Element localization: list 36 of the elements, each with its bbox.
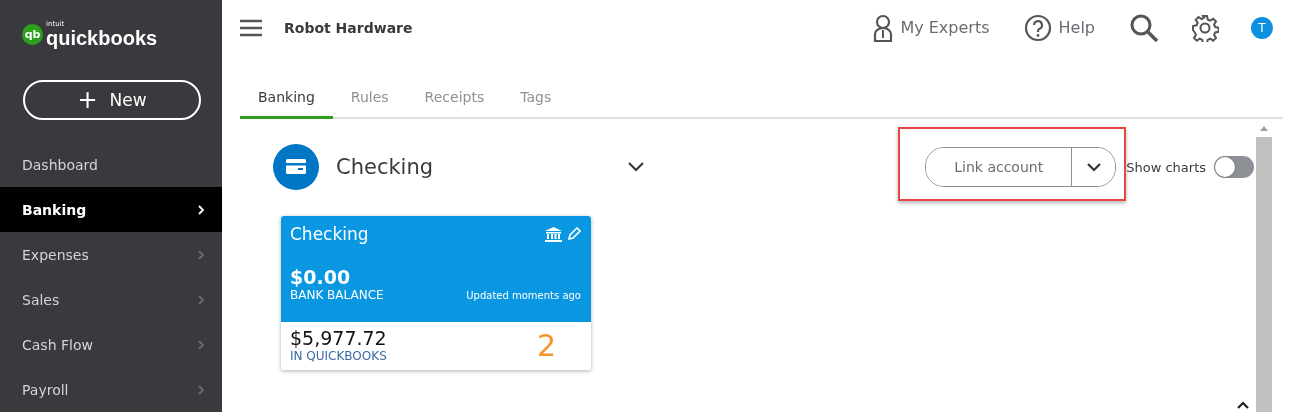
bank-icon[interactable] — [545, 226, 562, 242]
account-name: Checking — [336, 155, 434, 179]
show-charts-label: Show charts — [1126, 159, 1206, 175]
sidebar-item[interactable]: Sales — [0, 277, 222, 322]
sidebar-item[interactable]: Cash Flow — [0, 322, 222, 367]
sidebar-item[interactable]: Payroll — [0, 367, 222, 412]
show-charts-toggle[interactable] — [1214, 156, 1254, 178]
quickbooks-balance-label: IN QUICKBOOKS — [290, 349, 388, 363]
search-icon[interactable] — [1129, 12, 1159, 43]
help-link[interactable]: Help — [1023, 13, 1095, 42]
help-icon — [1023, 13, 1052, 42]
dropdown-button[interactable] — [1071, 148, 1116, 186]
new-button[interactable]: + New — [23, 80, 201, 120]
sidebar-item[interactable]: Banking — [0, 187, 222, 232]
scroll-up-arrow-icon[interactable] — [1259, 124, 1269, 132]
chevron-down-icon — [1085, 162, 1102, 172]
menu-icon[interactable] — [240, 18, 262, 37]
tab[interactable]: Banking — [240, 77, 333, 119]
card-title: Checking — [290, 224, 370, 244]
chevron-down-icon[interactable] — [627, 161, 646, 173]
person-icon — [873, 13, 894, 42]
company-name: Robot Hardware — [284, 19, 413, 36]
updated-text: Updated moments ago — [466, 290, 581, 301]
pencil-icon[interactable] — [567, 227, 581, 241]
scroll-up-icon[interactable] — [1236, 400, 1250, 410]
bank-card-icon — [273, 144, 319, 190]
sidebar-item[interactable]: Expenses — [0, 232, 222, 277]
bank-balance: $0.00 — [290, 266, 352, 288]
transaction-count: 2 — [536, 327, 556, 363]
settings-icon[interactable] — [1191, 13, 1219, 42]
logo-name: quickbooks — [46, 27, 158, 48]
logo-mark: qb — [22, 23, 43, 45]
sidebar-item[interactable]: Dashboard — [0, 142, 222, 187]
my-experts-link[interactable]: My Experts — [873, 13, 990, 42]
bank-balance-label: BANK BALANCE — [290, 288, 384, 302]
quickbooks-balance: $5,977.72 — [290, 327, 388, 349]
